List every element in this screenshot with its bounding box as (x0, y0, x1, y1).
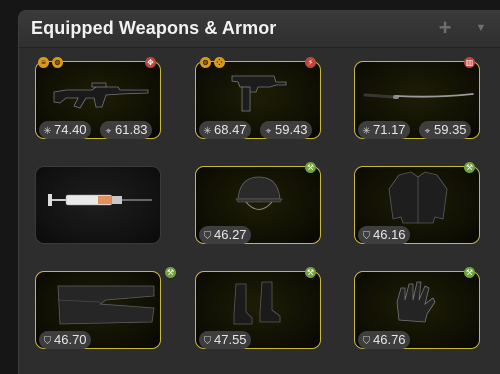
damage-icon: ✳ (43, 126, 52, 137)
damage-icon: ✳ (362, 126, 371, 137)
armor-stat: ⛉ 47.55 (199, 331, 251, 349)
slot-boots[interactable]: ⚒ ⛉ 47.55 (195, 267, 321, 349)
add-button[interactable]: + (433, 16, 457, 40)
armor-stat: ⛉ 46.16 (358, 226, 410, 244)
bonus-icon: ⚒ (464, 162, 475, 173)
armor-stat: ⛉ 46.27 (199, 226, 251, 244)
equipped-panel: Equipped Weapons & Armor + ▼ ≡ ⊜ ✥ ✳ 74.4… (18, 10, 500, 374)
mod-slot-icon: ≡ (38, 57, 49, 68)
armor-icon: ⛉ (43, 336, 52, 347)
armor-icon: ⛉ (362, 231, 371, 242)
armor-value: 46.16 (373, 227, 406, 242)
syringe-image (48, 194, 152, 206)
accuracy-stat: ⌖ 59.35 (419, 121, 471, 139)
accuracy-stat: ⌖ 59.43 (260, 121, 312, 139)
accuracy-stat: ⌖ 61.83 (100, 121, 152, 139)
slot-katana[interactable]: ▥ ✳ 71.17 ⌖ 59.35 (354, 57, 480, 139)
armor-stat: ⛉ 46.76 (358, 331, 410, 349)
damage-value: 71.17 (373, 122, 406, 137)
bonus-icon: ⚒ (305, 267, 316, 278)
bonus-icon: ▥ (464, 57, 475, 68)
damage-value: 74.40 (54, 122, 87, 137)
armor-value: 46.70 (54, 332, 87, 347)
panel-title: Equipped Weapons & Armor (31, 18, 277, 38)
damage-stat: ✳ 71.17 (358, 121, 410, 139)
dropdown-menu-button[interactable]: ▼ (469, 16, 493, 40)
bonus-icon: ✥ (145, 57, 156, 68)
slot-gloves[interactable]: ⚒ ⛉ 46.76 (354, 267, 480, 349)
armor-icon: ⛉ (362, 336, 371, 347)
damage-stat: ✳ 74.40 (39, 121, 91, 139)
bonus-icon: ⚒ (305, 162, 316, 173)
damage-stat: ✳ 68.47 (199, 121, 251, 139)
slot-body-armor[interactable]: ⚒ ⛉ 46.16 (354, 162, 480, 244)
accuracy-icon: ⌖ (424, 126, 431, 137)
accuracy-value: 59.35 (434, 122, 467, 137)
accuracy-value: 59.43 (275, 122, 308, 137)
armor-value: 46.76 (373, 332, 406, 347)
armor-value: 46.27 (214, 227, 247, 242)
mod-slot-icon: ⊜ (200, 57, 211, 68)
slot-pants[interactable]: ⚒ ⛉ 46.70 (35, 267, 176, 349)
accuracy-icon: ⌖ (265, 126, 272, 137)
armor-icon: ⛉ (203, 336, 212, 347)
mod-slot-icon: ⊜ (52, 57, 63, 68)
damage-icon: ✳ (203, 126, 212, 137)
armor-value: 47.55 (214, 332, 247, 347)
bonus-icon: ⚒ (165, 267, 176, 278)
slot-submachine-gun[interactable]: ⊜ ⁘ ⚡ ✳ 68.47 ⌖ 59.43 (195, 57, 321, 139)
accuracy-icon: ⌖ (105, 126, 112, 137)
armor-stat: ⛉ 46.70 (39, 331, 91, 349)
bonus-icon: ⚒ (464, 267, 475, 278)
damage-value: 68.47 (214, 122, 247, 137)
slot-assault-rifle[interactable]: ≡ ⊜ ✥ ✳ 74.40 ⌖ 61.83 (35, 57, 161, 139)
armor-icon: ⛉ (203, 231, 212, 242)
mod-slot-icon: ⁘ (214, 57, 225, 68)
bonus-icon: ⚡ (305, 57, 316, 68)
panel-header: Equipped Weapons & Armor + ▼ (19, 11, 500, 48)
slot-syringe[interactable] (35, 166, 161, 244)
accuracy-value: 61.83 (115, 122, 148, 137)
slot-helmet[interactable]: ⚒ ⛉ 46.27 (195, 162, 321, 244)
